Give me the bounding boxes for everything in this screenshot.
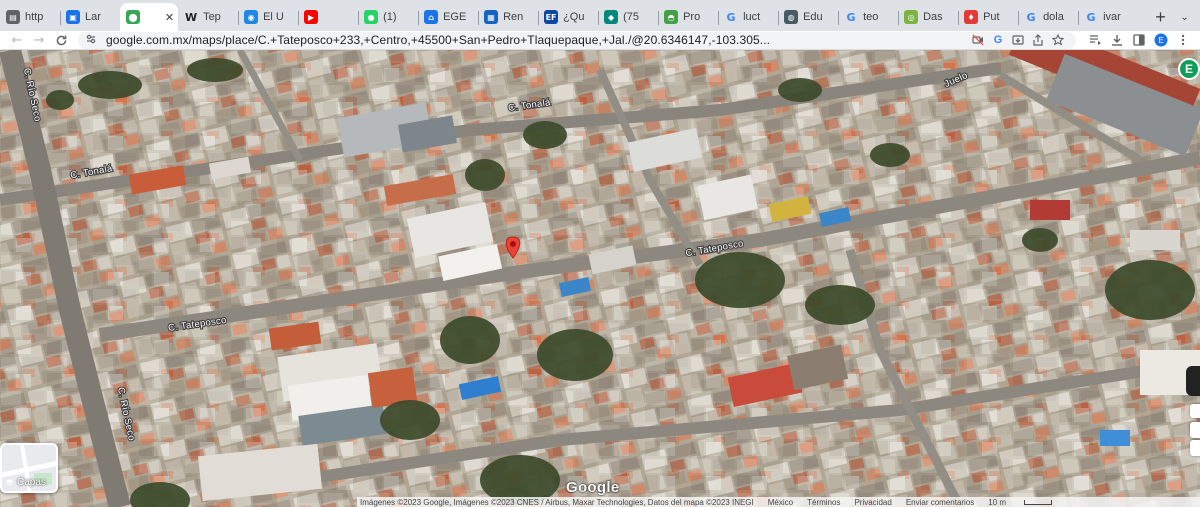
camera-off-icon[interactable] (968, 34, 988, 46)
browser-tab[interactable]: W Tep (178, 3, 238, 31)
tab-label: teo (863, 11, 879, 23)
back-arrow-icon: ← (11, 32, 23, 48)
circle-icon: ◎ (904, 10, 919, 24)
zoom-in-button[interactable] (1190, 422, 1200, 438)
reload-icon (56, 35, 66, 45)
new-tab-button[interactable]: + (1146, 3, 1175, 31)
browser-tab[interactable]: Gluct (718, 3, 778, 31)
maps-pin-icon: ⬤ (126, 10, 140, 24)
layers-label: Capas (5, 477, 46, 488)
tab-label: Ren (503, 11, 524, 23)
svg-text:E: E (1158, 36, 1163, 45)
footer-link-feedback[interactable]: Enviar comentarios (906, 498, 974, 507)
browser-tab[interactable]: ◆ (75 (598, 3, 658, 31)
tab-label: dola (1043, 11, 1064, 23)
satellite-imagery: C. Tonalá C. Tonalá C. Tateposco C. Tate… (0, 50, 1200, 507)
tab-label: ivar (1103, 11, 1121, 23)
bookmark-icon: ▣ (66, 10, 80, 24)
tab-label: ¿Qu (563, 11, 585, 23)
browser-tab[interactable]: EF ¿Qu (538, 3, 598, 31)
site-info-icon[interactable] (86, 34, 98, 47)
map-attribution-bar: Imágenes ©2023 Google, Imágenes ©2023 CN… (357, 497, 1200, 507)
ef-icon: EF (544, 10, 559, 24)
tab-label: Lar (85, 11, 101, 23)
street-view-pegman-icon[interactable] (1186, 366, 1200, 396)
whatsapp-icon: ● (364, 10, 379, 24)
google-icon[interactable]: G (988, 34, 1008, 46)
scale-indicator[interactable]: 10 m (988, 498, 1066, 507)
tab-search-button[interactable]: ⌄ (1175, 3, 1194, 31)
star-icon[interactable] (1048, 34, 1068, 46)
scale-bar (1024, 499, 1053, 505)
tab-strip: ▤ http ▣ Lar ⬤ ✕ W Tep ◉ El U ▶ ● (1) ⌂ EGE ▦ Ren EF ¿Qu ◆(… (0, 0, 1200, 31)
tab-label: http (25, 11, 44, 23)
browser-toolbar: ← → google.com.mx/maps/place/C.+Tateposc… (0, 31, 1200, 50)
address-bar[interactable]: google.com.mx/maps/place/C.+Tateposco+23… (78, 31, 1076, 49)
document-icon: ▤ (6, 10, 20, 24)
share-icon[interactable] (1028, 34, 1048, 46)
browser-tab[interactable]: ♦ Put (958, 3, 1018, 31)
forward-button[interactable]: → (28, 31, 50, 50)
back-button[interactable]: ← (6, 31, 28, 50)
leaf-icon: ◓ (664, 10, 679, 24)
compass-control[interactable] (1190, 404, 1200, 418)
account-avatar[interactable]: E (1178, 58, 1200, 80)
browser-tab[interactable]: ◍ Edu (778, 3, 838, 31)
google-icon: G (1026, 10, 1036, 24)
google-icon: G (726, 10, 736, 24)
tab-label: Pro (683, 11, 701, 23)
browser-tab[interactable]: ▦ Ren (478, 3, 538, 31)
tab-label: El U (263, 11, 284, 23)
browser-tab[interactable]: ▤ http (0, 3, 60, 31)
google-icon: G (1086, 10, 1096, 24)
tab-label: (1) (383, 11, 397, 23)
download-icon[interactable] (1106, 34, 1128, 46)
browser-tab[interactable]: ◎ Das (898, 3, 958, 31)
install-icon[interactable] (1008, 34, 1028, 46)
house-icon: ⌂ (424, 10, 439, 24)
google-logo: Google (566, 479, 620, 496)
satellite-map[interactable]: C. Tonalá C. Tonalá C. Tateposco C. Tate… (0, 50, 1200, 507)
browser-tab[interactable]: ● (1) (358, 3, 418, 31)
tab-label: Edu (803, 11, 823, 23)
tab-label: Tep (203, 11, 221, 23)
layers-icon (5, 478, 14, 486)
browser-tab[interactable]: ◉ El U (238, 3, 298, 31)
footer-link-privacy[interactable]: Privacidad (854, 498, 891, 507)
building-icon: ▦ (484, 10, 499, 24)
cube-icon: ◆ (604, 10, 619, 24)
browser-tab[interactable]: Givar (1078, 3, 1138, 31)
reload-button[interactable] (50, 31, 72, 50)
playlist-icon[interactable] (1084, 34, 1106, 46)
forward-arrow-icon: → (33, 32, 45, 48)
tab-label: EGE (443, 11, 467, 23)
tab-label: (75 (623, 11, 639, 23)
wikipedia-icon: W (184, 10, 198, 24)
youtube-icon: ▶ (304, 10, 319, 24)
browser-tab[interactable]: ⬤ ✕ (120, 3, 179, 31)
tab-label: Put (983, 11, 1000, 23)
imagery-attribution: Imágenes ©2023 Google, Imágenes ©2023 CN… (360, 497, 754, 507)
sidepanel-icon[interactable] (1128, 34, 1150, 46)
google-icon: G (846, 10, 856, 24)
pin-icon: ♦ (964, 10, 979, 24)
newspaper-icon: ◉ (244, 10, 259, 24)
browser-tab[interactable]: ▶ (298, 3, 358, 31)
tab-label: Das (923, 11, 943, 23)
browser-tab[interactable]: Gdola (1018, 3, 1078, 31)
globe-icon: ◍ (784, 10, 799, 24)
browser-tab[interactable]: Gteo (838, 3, 898, 31)
browser-tab[interactable]: ◓ Pro (658, 3, 718, 31)
profile-icon[interactable]: E (1150, 33, 1172, 47)
zoom-out-button[interactable] (1190, 440, 1200, 456)
footer-link-terms[interactable]: Términos (807, 498, 840, 507)
url-text: google.com.mx/maps/place/C.+Tateposco+23… (106, 33, 771, 47)
more-menu-icon[interactable] (1172, 34, 1194, 46)
close-tab-icon[interactable]: ✕ (165, 11, 174, 24)
browser-tab[interactable]: ⌂ EGE (418, 3, 478, 31)
tab-label: luct (743, 11, 761, 23)
layers-toggle[interactable]: Capas (0, 443, 58, 493)
browser-tab[interactable]: ▣ Lar (60, 3, 120, 31)
footer-link-country[interactable]: México (768, 498, 793, 507)
